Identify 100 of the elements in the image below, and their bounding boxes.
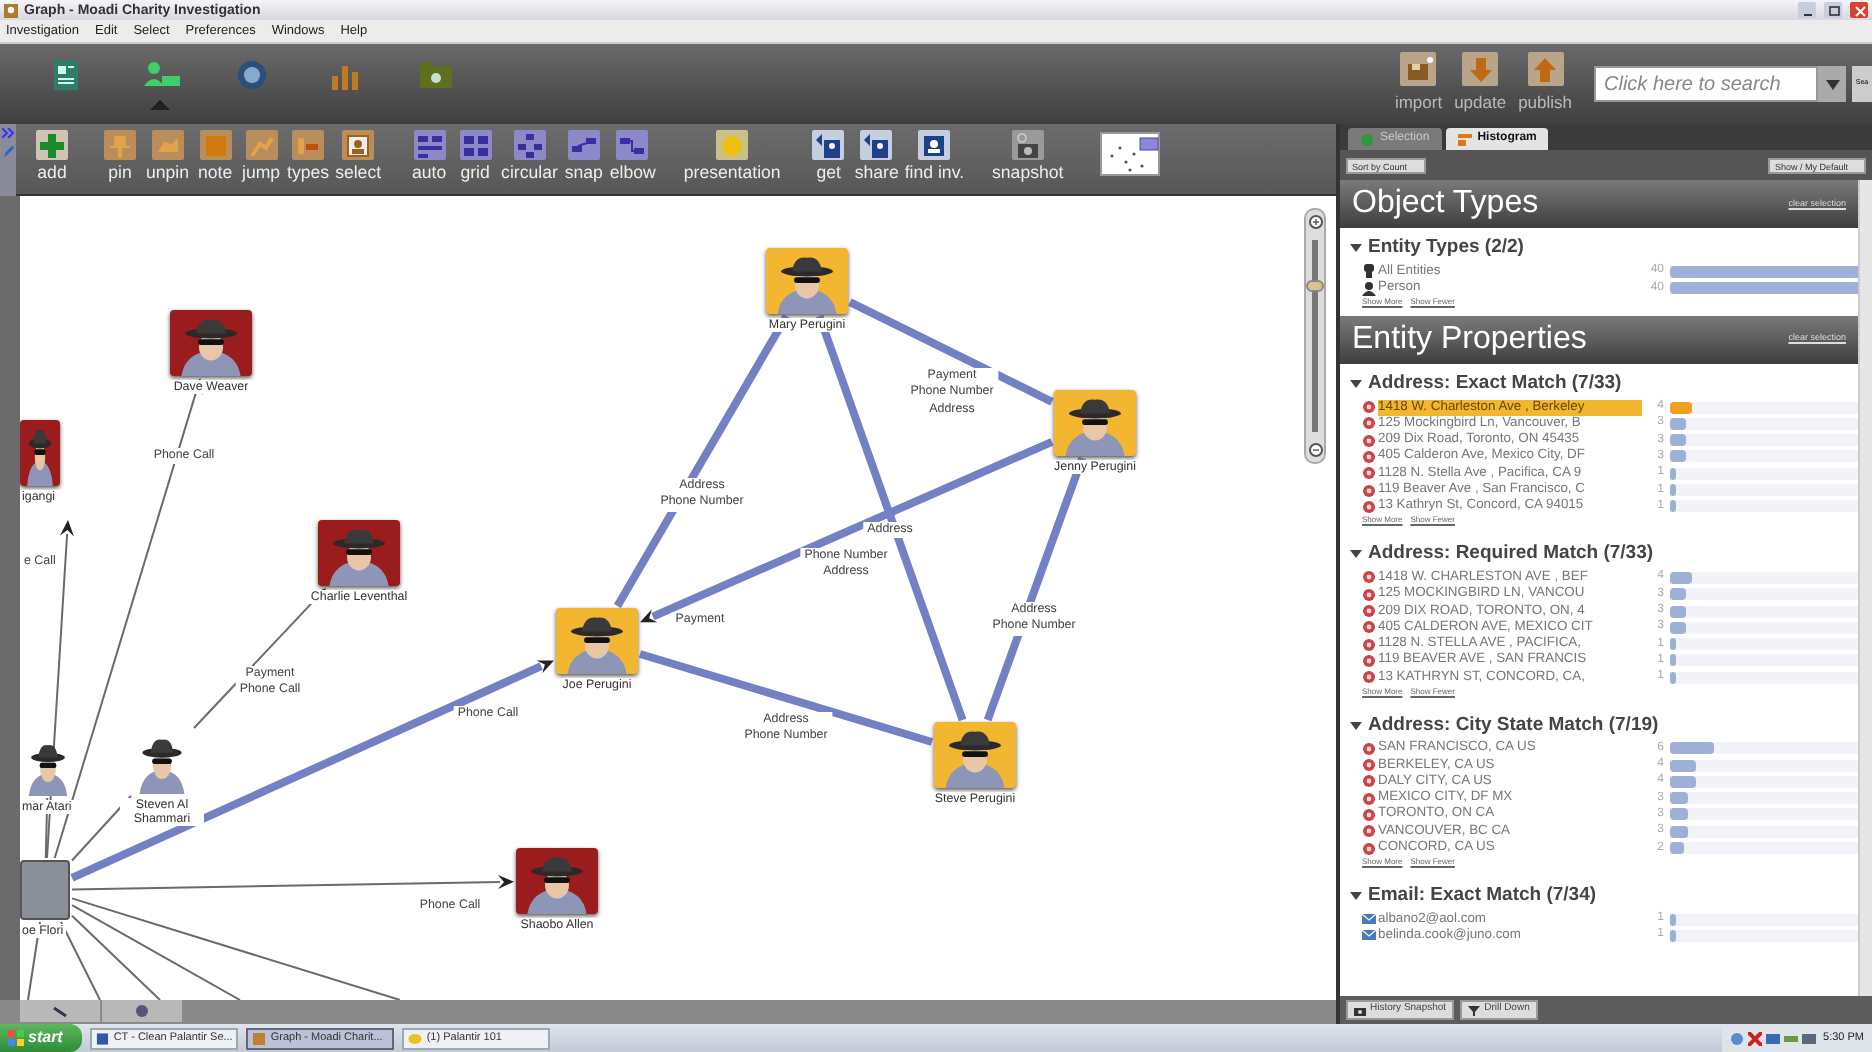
section-title: Object Types bbox=[1352, 188, 1539, 220]
group-title: Email: Exact Match (7/34) bbox=[1368, 881, 1597, 910]
plus-icon bbox=[38, 131, 66, 159]
slider-track[interactable] bbox=[1312, 240, 1318, 432]
close-button[interactable] bbox=[1850, 2, 1868, 18]
histogram-bar[interactable] bbox=[1670, 571, 1692, 584]
folder-icon bbox=[417, 58, 455, 92]
histogram-bar[interactable] bbox=[1670, 450, 1686, 463]
toolbar-button[interactable]: note bbox=[195, 130, 236, 182]
zoom-slider[interactable] bbox=[1304, 208, 1326, 464]
circle-layout-icon bbox=[515, 131, 544, 159]
link-line bbox=[71, 795, 132, 862]
canvas-tab[interactable] bbox=[20, 1000, 100, 1022]
selection-caret-icon bbox=[150, 100, 170, 110]
expand-caret-icon[interactable] bbox=[1350, 889, 1362, 902]
toolbar-button[interactable]: get bbox=[808, 130, 849, 182]
toolbar-button[interactable]: share bbox=[854, 130, 899, 182]
histogram-bar[interactable] bbox=[1670, 638, 1676, 651]
histogram-bar[interactable] bbox=[1670, 671, 1676, 684]
maximize-icon bbox=[1825, 3, 1841, 17]
lantern-icon bbox=[1362, 264, 1376, 279]
histogram-bar[interactable] bbox=[1670, 621, 1686, 634]
histogram-icon bbox=[1457, 133, 1472, 145]
toolbar-button[interactable]: pin bbox=[100, 130, 140, 182]
window-icon bbox=[252, 1031, 267, 1045]
zoom-in-icon[interactable] bbox=[1307, 214, 1323, 230]
camera-icon bbox=[1013, 131, 1042, 159]
toolbar-button[interactable]: grid bbox=[455, 130, 496, 182]
canvas-tab[interactable] bbox=[102, 1000, 182, 1022]
histogram-bar[interactable] bbox=[1670, 929, 1676, 942]
toolbar-button[interactable]: circular bbox=[501, 130, 558, 182]
layout-icon bbox=[415, 131, 444, 159]
histogram-bar[interactable] bbox=[1670, 842, 1684, 855]
globe-icon bbox=[233, 58, 271, 92]
histogram-bar[interactable] bbox=[1670, 484, 1676, 497]
histogram-bar[interactable] bbox=[1670, 401, 1692, 414]
toolbar-button[interactable]: update bbox=[1448, 52, 1513, 116]
start-button[interactable]: start bbox=[0, 1024, 83, 1052]
toolbar-button[interactable]: auto bbox=[409, 130, 450, 182]
dropdown-button[interactable] bbox=[1818, 66, 1846, 102]
window-icon bbox=[96, 1031, 110, 1045]
speaker-icon[interactable] bbox=[1729, 1031, 1744, 1045]
toolbar-button[interactable]: find inv. bbox=[904, 130, 965, 182]
close-icon bbox=[1851, 3, 1867, 17]
histogram-bar[interactable] bbox=[1670, 265, 1858, 278]
histogram-bar[interactable] bbox=[1670, 792, 1688, 805]
cross-icon[interactable] bbox=[1747, 1031, 1762, 1045]
histogram-bar[interactable] bbox=[1670, 588, 1686, 601]
expand-caret-icon[interactable] bbox=[1350, 242, 1362, 255]
windows-logo-icon bbox=[8, 1030, 24, 1046]
histogram-bar[interactable] bbox=[1670, 500, 1676, 513]
network-icon[interactable] bbox=[1801, 1031, 1816, 1045]
dot-icon bbox=[1360, 133, 1374, 145]
graph-minimap[interactable] bbox=[1099, 132, 1160, 176]
scrollbar[interactable] bbox=[1858, 180, 1872, 996]
slider-thumb[interactable] bbox=[1306, 279, 1324, 292]
histogram-bar[interactable] bbox=[1670, 434, 1686, 447]
expand-caret-icon[interactable] bbox=[1350, 377, 1362, 390]
minimize-button[interactable] bbox=[1798, 2, 1816, 18]
toolbar-button[interactable]: unpin bbox=[146, 130, 190, 182]
battery-icon[interactable] bbox=[1783, 1031, 1798, 1045]
hat-figure-icon[interactable] bbox=[24, 740, 72, 796]
maximize-button[interactable] bbox=[1824, 2, 1842, 18]
hat-figure-icon[interactable] bbox=[134, 734, 190, 794]
histogram-bar[interactable] bbox=[1670, 742, 1714, 755]
histogram-bar[interactable] bbox=[1670, 417, 1686, 430]
search-field[interactable]: Click here to search bbox=[1594, 66, 1818, 102]
portrait-icon bbox=[344, 131, 373, 159]
group-title: Address: Required Match (7/33) bbox=[1368, 540, 1654, 569]
histogram-bar[interactable] bbox=[1670, 825, 1688, 838]
person-card-icon bbox=[920, 131, 949, 159]
histogram-bar[interactable] bbox=[1670, 913, 1676, 926]
toolbar-button[interactable]: add bbox=[32, 130, 72, 182]
histogram-bar[interactable] bbox=[1670, 282, 1858, 295]
toolbar-button[interactable]: publish bbox=[1512, 52, 1578, 116]
histogram-bar[interactable] bbox=[1670, 775, 1696, 788]
expand-caret-icon[interactable] bbox=[1350, 719, 1362, 732]
toolbar-button[interactable]: import bbox=[1388, 52, 1449, 116]
people-icon bbox=[141, 58, 179, 92]
histogram-bar[interactable] bbox=[1670, 808, 1688, 821]
toolbar-button[interactable]: select bbox=[335, 130, 382, 182]
group-title: Entity Types (2/2) bbox=[1368, 234, 1524, 262]
histogram-bar[interactable] bbox=[1670, 467, 1676, 480]
monitor-icon[interactable] bbox=[1765, 1031, 1780, 1045]
toolbar-button[interactable]: jump bbox=[241, 130, 282, 182]
toolbar-button[interactable]: types bbox=[287, 130, 330, 182]
photo-placeholder[interactable] bbox=[20, 860, 70, 920]
chat-bubble-icon bbox=[408, 1031, 423, 1045]
histogram-bar[interactable] bbox=[1670, 759, 1696, 772]
expand-caret-icon[interactable] bbox=[1350, 548, 1362, 561]
toolbar-button[interactable]: snapshot bbox=[992, 130, 1064, 182]
toolbar-button[interactable]: presentation bbox=[683, 130, 781, 182]
toolbar-button[interactable]: elbow bbox=[609, 130, 656, 182]
histogram-bar[interactable] bbox=[1670, 654, 1676, 667]
toolbar-button[interactable]: snap bbox=[563, 130, 604, 182]
app-logo-icon bbox=[4, 3, 18, 17]
histogram-bar[interactable] bbox=[1670, 605, 1686, 618]
person-icon bbox=[1362, 281, 1376, 296]
zoom-out-icon[interactable] bbox=[1307, 442, 1323, 458]
circle-icon bbox=[718, 131, 747, 159]
